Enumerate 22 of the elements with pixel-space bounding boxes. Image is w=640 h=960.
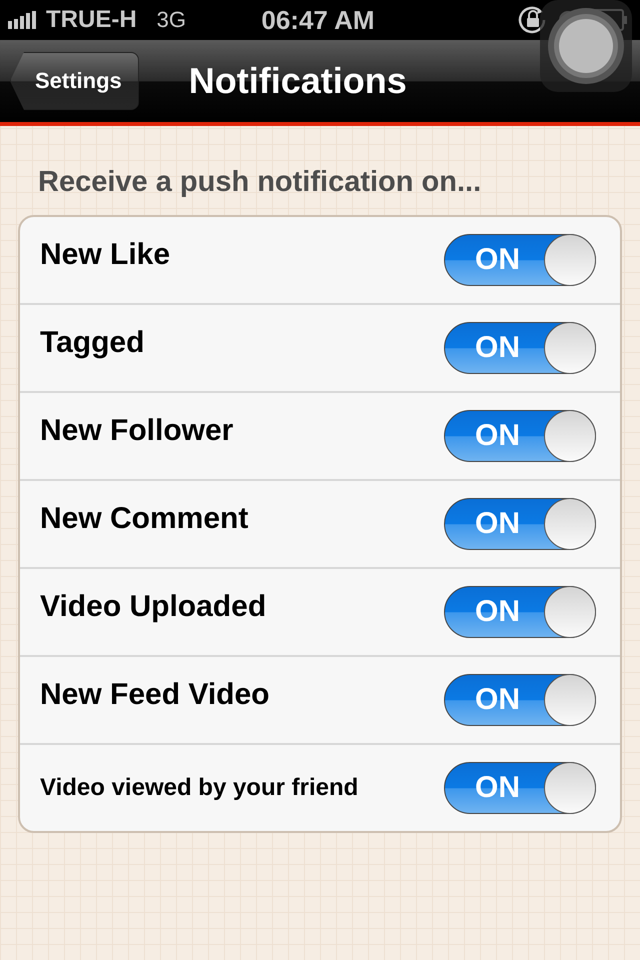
status-time: 06:47 AM: [261, 4, 375, 36]
setting-label: New Comment: [40, 502, 248, 536]
setting-label: New Follower: [40, 414, 234, 448]
signal-icon: [8, 11, 38, 29]
toggle-switch[interactable]: ON: [444, 762, 596, 814]
setting-label: Tagged: [40, 326, 144, 360]
assistive-touch-icon[interactable]: [540, 0, 632, 92]
setting-label: Video Uploaded: [40, 590, 266, 624]
toggle-switch[interactable]: ON: [444, 410, 596, 462]
toggle-switch[interactable]: ON: [444, 674, 596, 726]
section-header: Receive a push notification on...: [37, 166, 482, 199]
toggle-switch[interactable]: ON: [444, 498, 596, 550]
toggle-switch[interactable]: ON: [444, 234, 596, 286]
network-type: 3G: [156, 7, 186, 33]
setting-label: Video viewed by your friend: [40, 774, 358, 802]
carrier-name: TRUE-H: [46, 6, 137, 34]
screen-title: Notifications: [188, 60, 407, 102]
toggle-switch[interactable]: ON: [444, 322, 596, 374]
toggle-switch[interactable]: ON: [444, 586, 596, 638]
setting-label: New Like: [40, 238, 170, 272]
back-button[interactable]: Settings: [10, 52, 139, 110]
setting-label: New Feed Video: [40, 678, 270, 712]
